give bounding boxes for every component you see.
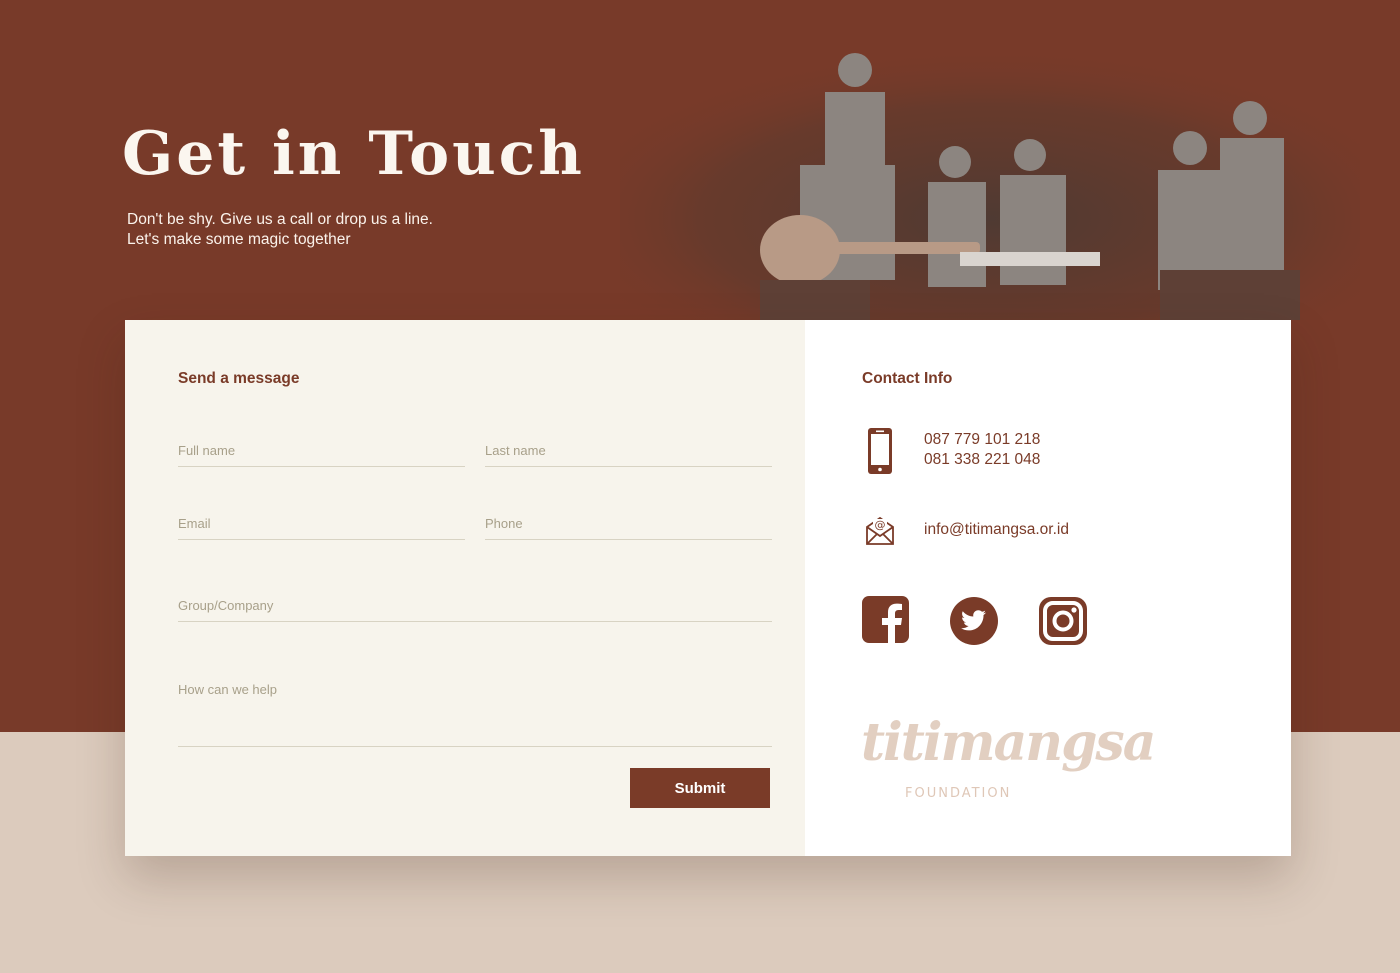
- facebook-icon[interactable]: [862, 596, 914, 648]
- hero-subtitle-line-1: Don't be shy. Give us a call or drop us …: [127, 211, 433, 228]
- full-name-input[interactable]: [178, 434, 465, 466]
- phone-input[interactable]: [485, 507, 772, 539]
- full-name-field: [178, 434, 465, 467]
- company-field: [178, 589, 772, 622]
- twitter-icon[interactable]: [949, 596, 1001, 648]
- message-form: Send a message Submit: [125, 320, 805, 856]
- last-name-input[interactable]: [485, 434, 772, 466]
- email-field: [178, 507, 465, 540]
- titimangsa-logo: titimangsa FOUNDATION: [861, 712, 1156, 812]
- contact-info-heading: Contact Info: [862, 370, 953, 387]
- email-contact: @ info@titimangsa.or.id: [862, 512, 1069, 548]
- submit-button[interactable]: Submit: [630, 768, 770, 808]
- svg-text:@: @: [875, 519, 886, 532]
- contact-page: Get in Touch Don't be shy. Give us a cal…: [0, 0, 1400, 973]
- hero-subtitle-line-2: Let's make some magic together: [127, 231, 351, 248]
- phone-number-2[interactable]: 081 338 221 048: [924, 450, 1040, 470]
- contact-card: Send a message Submit Contact Info: [125, 320, 1291, 856]
- phone-field: [485, 507, 772, 540]
- logo-wordmark: titimangsa: [861, 712, 1156, 773]
- instagram-icon[interactable]: [1038, 596, 1090, 648]
- group-photo: [620, 30, 1360, 320]
- phone-numbers: 087 779 101 218 081 338 221 048: [924, 430, 1040, 470]
- last-name-field: [485, 434, 772, 467]
- mobile-phone-icon: [862, 427, 898, 475]
- email-address[interactable]: info@titimangsa.or.id: [924, 520, 1069, 540]
- page-title: Get in Touch: [122, 119, 585, 189]
- help-textarea[interactable]: [178, 678, 772, 746]
- help-field: [178, 678, 772, 747]
- hero-subtitle: Don't be shy. Give us a call or drop us …: [127, 210, 433, 250]
- logo-subtitle: FOUNDATION: [905, 786, 1012, 801]
- company-input[interactable]: [178, 589, 772, 621]
- envelope-at-icon: @: [862, 514, 898, 546]
- email-input[interactable]: [178, 507, 465, 539]
- form-heading: Send a message: [178, 370, 300, 387]
- phone-number-1[interactable]: 087 779 101 218: [924, 430, 1040, 450]
- phone-contact: 087 779 101 218 081 338 221 048: [862, 426, 1040, 476]
- contact-info-panel: Contact Info 087 779 101 218 081 338 221…: [805, 320, 1291, 856]
